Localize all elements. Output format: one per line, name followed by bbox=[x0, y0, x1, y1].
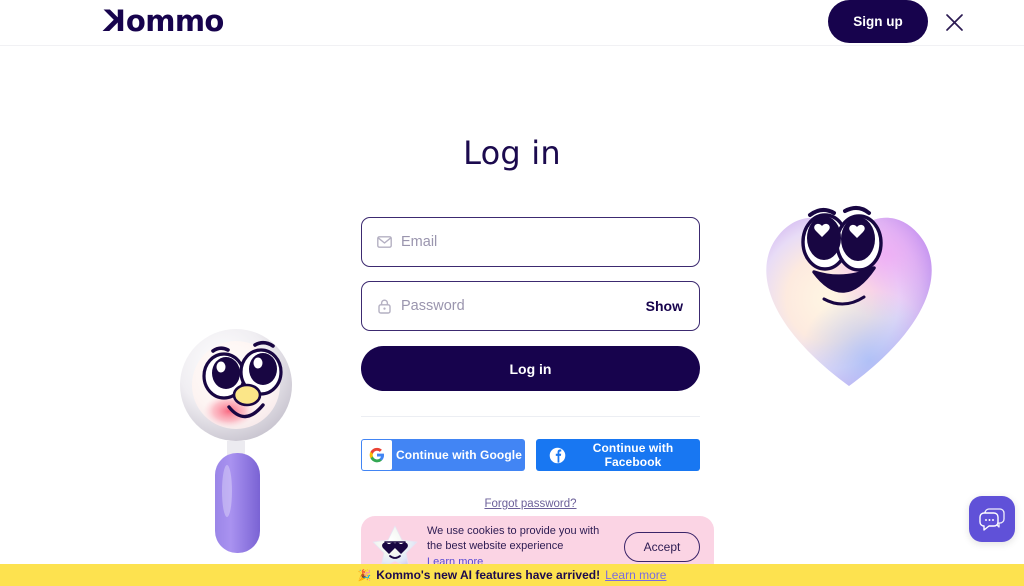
ai-banner-learn-more-link[interactable]: Learn more bbox=[605, 568, 666, 582]
google-icon bbox=[362, 440, 392, 470]
cookie-accept-button[interactable]: Accept bbox=[624, 532, 700, 562]
password-input[interactable] bbox=[401, 282, 644, 330]
page-title: Log in bbox=[463, 134, 561, 172]
email-input[interactable] bbox=[401, 218, 685, 266]
email-field-wrapper[interactable] bbox=[361, 217, 700, 267]
lock-icon bbox=[376, 298, 392, 314]
google-button-label: Continue with Google bbox=[396, 448, 522, 462]
cookie-message-text: We use cookies to provide you with the b… bbox=[427, 524, 600, 552]
ai-banner-text: Kommo's new AI features have arrived! bbox=[376, 568, 601, 582]
social-login-row: Continue with Google Continue with Faceb… bbox=[361, 439, 700, 471]
main-content: Log in Email Show Log in Continue with G… bbox=[0, 46, 1024, 586]
ai-features-banner: 🎉 Kommo's new AI features have arrived! … bbox=[0, 564, 1024, 586]
continue-with-facebook-button[interactable]: Continue with Facebook bbox=[536, 439, 700, 471]
chat-bubbles-icon bbox=[979, 508, 1005, 531]
form-divider bbox=[361, 416, 700, 417]
show-password-button[interactable]: Show bbox=[644, 298, 685, 314]
envelope-icon bbox=[376, 234, 392, 250]
password-field-wrapper[interactable]: Show bbox=[361, 281, 700, 331]
kommo-logo[interactable]: Kommo bbox=[104, 4, 224, 38]
close-button[interactable] bbox=[938, 6, 970, 38]
magnifying-glass-mascot bbox=[175, 323, 310, 558]
login-form: Show Log in Continue with Google bbox=[361, 217, 700, 510]
continue-with-google-button[interactable]: Continue with Google bbox=[361, 439, 525, 471]
facebook-button-label: Continue with Facebook bbox=[592, 441, 674, 469]
party-popper-icon: 🎉 bbox=[357, 569, 372, 582]
forgot-password-link[interactable]: Forgot password? bbox=[361, 498, 700, 510]
logo-text: ommo bbox=[125, 4, 224, 38]
heart-mascot bbox=[752, 194, 947, 394]
close-icon bbox=[945, 13, 963, 31]
login-submit-button[interactable]: Log in bbox=[361, 346, 700, 391]
site-header: Kommo Sign up bbox=[0, 0, 1024, 46]
facebook-icon bbox=[548, 446, 566, 464]
logo-mark: K bbox=[104, 4, 126, 38]
chat-widget-button[interactable] bbox=[969, 496, 1015, 542]
signup-button[interactable]: Sign up bbox=[828, 0, 928, 43]
